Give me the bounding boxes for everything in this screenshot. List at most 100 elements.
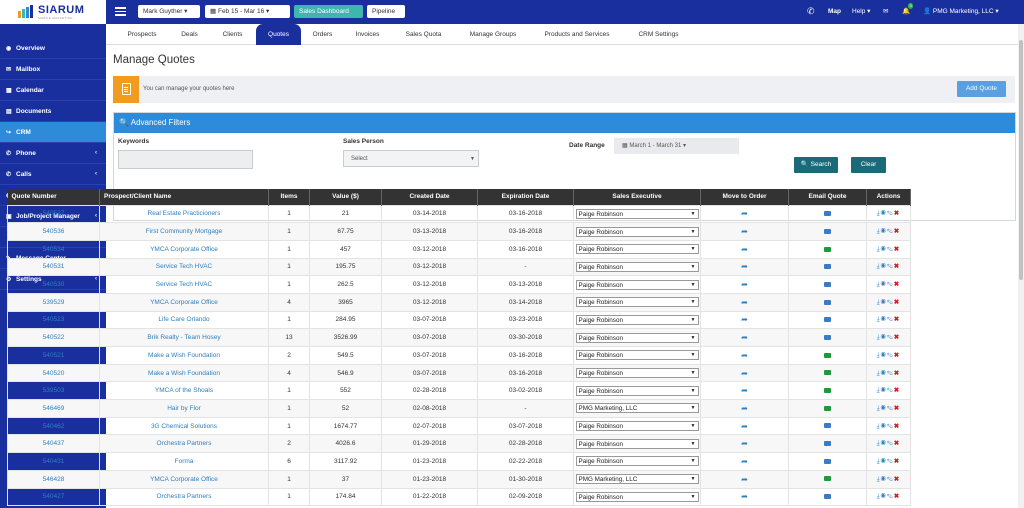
delete-icon[interactable]: ✖ — [894, 281, 900, 288]
sidebar-item-calendar[interactable]: ▦ Calendar — [0, 80, 106, 101]
client-name-link[interactable]: Brik Realty - Team Hosey — [99, 328, 269, 347]
email-quote-icon[interactable] — [824, 228, 831, 234]
tab-quotes[interactable]: Quotes — [256, 24, 301, 45]
edit-icon[interactable]: ✎ — [887, 493, 894, 500]
edit-icon[interactable]: ✎ — [887, 334, 894, 341]
email-quote-icon[interactable] — [824, 299, 831, 305]
move-to-order-icon[interactable]: ➦ — [741, 298, 748, 307]
sidebar-item-overview[interactable]: ◉ Overview — [0, 38, 106, 59]
quote-number-link[interactable]: 546469 — [7, 399, 100, 418]
delete-icon[interactable]: ✖ — [894, 493, 900, 500]
sales-executive-select[interactable]: Paige Robinson ▼ — [575, 208, 699, 219]
move-to-order-icon[interactable]: ➦ — [741, 333, 748, 342]
tab-manage-groups[interactable]: Manage Groups — [458, 24, 528, 45]
sales-executive-select[interactable]: Paige Robinson ▼ — [575, 421, 699, 432]
move-to-order-icon[interactable]: ➦ — [741, 351, 748, 360]
column-header[interactable]: Value ($) — [309, 189, 382, 205]
delete-icon[interactable]: ✖ — [894, 299, 900, 306]
quote-number-link[interactable]: 540530 — [7, 275, 100, 294]
email-quote-icon[interactable] — [824, 476, 831, 482]
edit-icon[interactable]: ✎ — [887, 316, 894, 323]
sales-executive-select[interactable]: Paige Robinson ▼ — [575, 368, 699, 379]
delete-icon[interactable]: ✖ — [894, 370, 900, 377]
move-to-order-icon[interactable]: ➦ — [741, 404, 748, 413]
sidebar-item-calls[interactable]: ✆ Calls ‹ — [0, 164, 106, 185]
date-range-input[interactable]: ▦ March 1 - March 31 ▾ — [614, 138, 739, 154]
quote-number-link[interactable]: 540536 — [7, 222, 100, 241]
delete-icon[interactable]: ✖ — [894, 228, 900, 235]
column-header[interactable]: Move to Order — [700, 189, 789, 205]
account-menu[interactable]: 👤 PMG Marketing, LLC ▾ — [923, 5, 999, 18]
edit-icon[interactable]: ✎ — [887, 458, 894, 465]
client-name-link[interactable]: Orchestra Partners — [99, 434, 269, 454]
sales-person-select[interactable]: Select ▼ — [343, 150, 479, 167]
search-button[interactable]: 🔍 Search — [794, 157, 838, 173]
tab-invoices[interactable]: Invoices — [346, 24, 389, 45]
edit-icon[interactable]: ✎ — [887, 440, 894, 447]
sales-executive-select[interactable]: Paige Robinson ▼ — [575, 438, 699, 449]
date-range-picker[interactable]: ▦ Feb 15 - Mar 16 ▾ — [205, 5, 290, 18]
client-name-link[interactable]: Service Tech HVAC — [99, 257, 269, 277]
delete-icon[interactable]: ✖ — [894, 352, 900, 359]
email-quote-icon[interactable] — [824, 264, 831, 270]
email-quote-icon[interactable] — [824, 494, 831, 500]
delete-icon[interactable]: ✖ — [894, 263, 900, 270]
client-name-link[interactable]: YMCA of the Shoals — [99, 381, 269, 401]
user-select[interactable]: Mark Guyther ▾ — [138, 5, 200, 18]
clear-button[interactable]: Clear — [851, 157, 886, 173]
sales-executive-select[interactable]: Paige Robinson ▼ — [575, 385, 699, 396]
tab-products-and-services[interactable]: Products and Services — [534, 24, 620, 45]
client-name-link[interactable]: YMCA Corporate Office — [99, 292, 269, 312]
email-quote-icon[interactable] — [824, 352, 831, 358]
delete-icon[interactable]: ✖ — [894, 476, 900, 483]
edit-icon[interactable]: ✎ — [887, 423, 894, 430]
column-header[interactable]: Quote Number — [7, 189, 100, 205]
delete-icon[interactable]: ✖ — [894, 316, 900, 323]
column-header[interactable]: Email Quote — [788, 189, 867, 205]
delete-icon[interactable]: ✖ — [894, 210, 900, 217]
sidebar-item-crm[interactable]: ↪ CRM — [0, 122, 106, 143]
move-to-order-icon[interactable]: ➦ — [741, 245, 748, 254]
move-to-order-icon[interactable]: ➦ — [741, 315, 748, 324]
delete-icon[interactable]: ✖ — [894, 387, 900, 394]
add-quote-button[interactable]: Add Quote — [957, 81, 1006, 97]
edit-icon[interactable]: ✎ — [887, 228, 894, 235]
mail-icon[interactable]: ✉ — [883, 5, 888, 18]
client-name-link[interactable]: Life Care Orlando — [99, 310, 269, 330]
quote-number-link[interactable]: 539529 — [7, 292, 100, 312]
email-quote-icon[interactable] — [824, 423, 831, 429]
email-quote-icon[interactable] — [824, 317, 831, 323]
column-header[interactable]: Expiration Date — [477, 189, 574, 205]
move-to-order-icon[interactable]: ➦ — [741, 227, 748, 236]
edit-icon[interactable]: ✎ — [887, 263, 894, 270]
delete-icon[interactable]: ✖ — [894, 246, 900, 253]
email-quote-icon[interactable] — [824, 334, 831, 340]
sales-executive-select[interactable]: PMG Marketing, LLC ▼ — [575, 403, 699, 414]
email-quote-icon[interactable] — [824, 281, 831, 287]
move-to-order-icon[interactable]: ➦ — [741, 422, 748, 431]
email-quote-icon[interactable] — [824, 441, 831, 447]
email-quote-icon[interactable] — [824, 211, 831, 217]
sales-executive-select[interactable]: Paige Robinson ▼ — [575, 261, 699, 272]
sidebar-item-documents[interactable]: ▤ Documents — [0, 101, 106, 122]
quote-number-link[interactable]: 540437 — [7, 434, 100, 454]
tab-prospects[interactable]: Prospects — [112, 24, 172, 45]
move-to-order-icon[interactable]: ➦ — [741, 262, 748, 271]
sales-dashboard-button[interactable]: Sales Dashboard — [294, 5, 363, 18]
edit-icon[interactable]: ✎ — [887, 387, 894, 394]
quote-number-link[interactable]: 540521 — [7, 346, 100, 365]
email-quote-icon[interactable] — [824, 388, 831, 393]
client-name-link[interactable]: First Community Mortgage — [99, 222, 269, 241]
sales-executive-select[interactable]: Paige Robinson ▼ — [575, 332, 699, 343]
quote-number-link[interactable]: 540520 — [7, 363, 100, 383]
pipeline-button[interactable]: Pipeline — [367, 5, 405, 18]
page-scrollbar[interactable] — [1018, 24, 1024, 508]
filters-header[interactable]: 🔍 Advanced Filters — [114, 113, 1015, 133]
column-header[interactable]: Prospect/Client Name — [99, 189, 269, 205]
edit-icon[interactable]: ✎ — [887, 299, 894, 306]
edit-icon[interactable]: ✎ — [887, 246, 894, 253]
quote-number-link[interactable]: 540522 — [7, 328, 100, 347]
column-header[interactable]: Sales Executive — [573, 189, 701, 205]
move-to-order-icon[interactable]: ➦ — [741, 386, 748, 395]
delete-icon[interactable]: ✖ — [894, 423, 900, 430]
